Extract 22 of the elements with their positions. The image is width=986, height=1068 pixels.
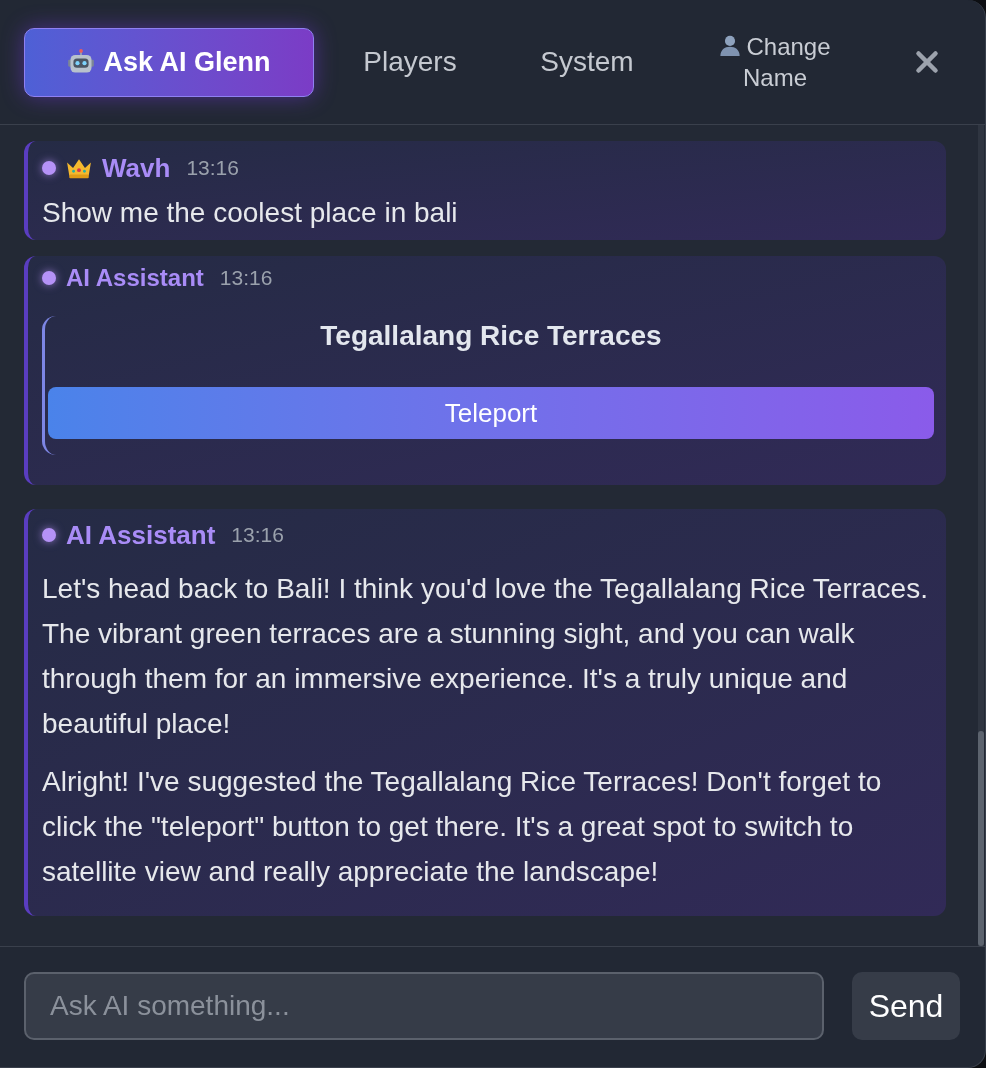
crown-icon bbox=[66, 157, 92, 179]
message-text: Show me the coolest place in bali bbox=[42, 196, 459, 230]
tab[interactable]: System bbox=[507, 27, 667, 97]
person-icon bbox=[719, 34, 742, 56]
tab[interactable]: Change Name bbox=[707, 31, 843, 93]
message-time: 13:16 bbox=[219, 265, 273, 292]
message-input[interactable]: Ask AI something... bbox=[24, 972, 824, 1040]
scrollbar-thumb[interactable] bbox=[978, 731, 984, 946]
message-time: 13:16 bbox=[186, 155, 239, 182]
send-button[interactable]: Send bbox=[852, 972, 960, 1040]
message-author: AI Assistant bbox=[66, 518, 216, 552]
robot-icon bbox=[67, 47, 96, 76]
message-author: AI Assistant bbox=[66, 263, 204, 293]
teleport-button[interactable]: Teleport bbox=[48, 387, 934, 439]
message-text: Let's head back to Bali! I think you'd love the Tegallalang Rice Terraces. The vibrant green terraces are a stunning sight, and you can walk through them for an immersive experience. It's a truly unique and beautiful place! bbox=[42, 572, 929, 741]
message-time: 13:16 bbox=[231, 522, 284, 549]
tab[interactable]: Ask AI Glenn bbox=[24, 27, 314, 97]
message-text: Alright! I've suggested the Tegallalang Rice Terraces! Don't forget to click the "teleport" button to get there. It's a great spot to switch to satellite view and really appreciate the landscape! bbox=[42, 765, 883, 889]
message-author: Wavh bbox=[102, 151, 171, 185]
scrollbar-track[interactable] bbox=[978, 125, 984, 946]
place-title: Tegallalang Rice Terraces bbox=[319, 320, 663, 352]
tab[interactable]: Players bbox=[330, 27, 490, 97]
